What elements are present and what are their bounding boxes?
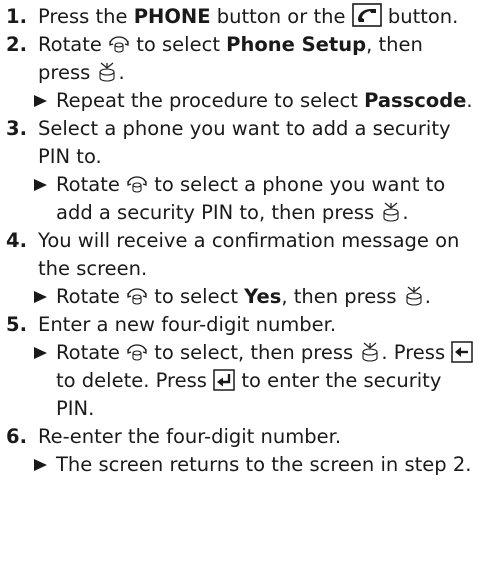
selector-knob-rotate-icon [126,287,148,307]
enter-button-icon [213,369,235,391]
step-text: Rotate [38,33,109,56]
passcode-label: Passcode [364,89,467,112]
step-6: 6. Re-enter the four-digit number. [4,423,480,451]
step-text: You will receive a confirmation message … [38,229,460,280]
result-text: . [424,285,431,308]
result-arrow-icon [34,459,47,471]
step-5-result: Rotate to select, then press . Press to … [4,339,480,423]
step-2: 2. Rotate to select Phone Setup, then pr… [4,31,480,87]
step-6-result: The screen returns to the screen in step… [4,451,480,479]
result-text: to select, then press [148,341,360,364]
step-text: Press the [38,5,134,28]
selector-knob-press-icon [403,285,425,307]
yes-label: Yes [244,285,282,308]
step-4: 4. You will receive a confirmation messa… [4,227,480,283]
step-text: . [118,61,125,84]
back-arrow-button-icon [451,341,474,363]
selector-knob-press-icon [359,341,381,363]
step-text: button. [381,5,459,28]
phone-button-icon [351,3,382,27]
instructions-page: 1. Press the PHONE button or the button.… [0,0,480,578]
result-text: Rotate [56,285,127,308]
result-text: Repeat the procedure to select [56,89,365,112]
step-number: 5. [6,313,27,336]
step-text: Re-enter the four-digit number. [38,425,342,448]
step-number: 4. [6,229,27,252]
selector-knob-press-icon [380,201,402,223]
phone-label: PHONE [133,5,211,28]
step-text: Enter a new four-digit number. [38,313,337,336]
result-text: . [402,201,409,224]
result-text: Rotate [56,341,127,364]
selector-knob-rotate-icon [126,343,148,363]
result-arrow-icon [34,95,47,107]
selector-knob-rotate-icon [126,175,148,195]
step-text: button or the [210,5,352,28]
result-text: , then press [281,285,403,308]
step-1: 1. Press the PHONE button or the button. [4,3,480,31]
step-3: 3. Select a phone you want to add a secu… [4,115,480,171]
selector-knob-rotate-icon [108,35,130,55]
step-3-result: Rotate to select a phone you want to add… [4,171,480,227]
result-text: . Press [381,341,452,364]
selector-knob-press-icon [96,61,118,83]
step-number: 6. [6,425,27,448]
result-arrow-icon [34,291,47,303]
result-text: Rotate [56,173,127,196]
step-text: to select [130,33,227,56]
step-number: 1. [6,5,27,28]
result-text: to delete. Press [56,369,214,392]
result-text: The screen returns to the screen in step… [56,453,472,476]
result-text: to select [148,285,245,308]
result-arrow-icon [34,347,47,359]
result-arrow-icon [34,179,47,191]
phone-setup-label: Phone Setup [226,33,367,56]
step-text: Select a phone you want to add a securit… [38,117,451,168]
step-5: 5. Enter a new four-digit number. [4,311,480,339]
step-4-result: Rotate to select Yes, then press . [4,283,480,311]
step-2-result: Repeat the procedure to select Passcode. [4,87,480,115]
step-number: 2. [6,33,27,56]
result-text: . [466,89,473,112]
step-number: 3. [6,117,27,140]
